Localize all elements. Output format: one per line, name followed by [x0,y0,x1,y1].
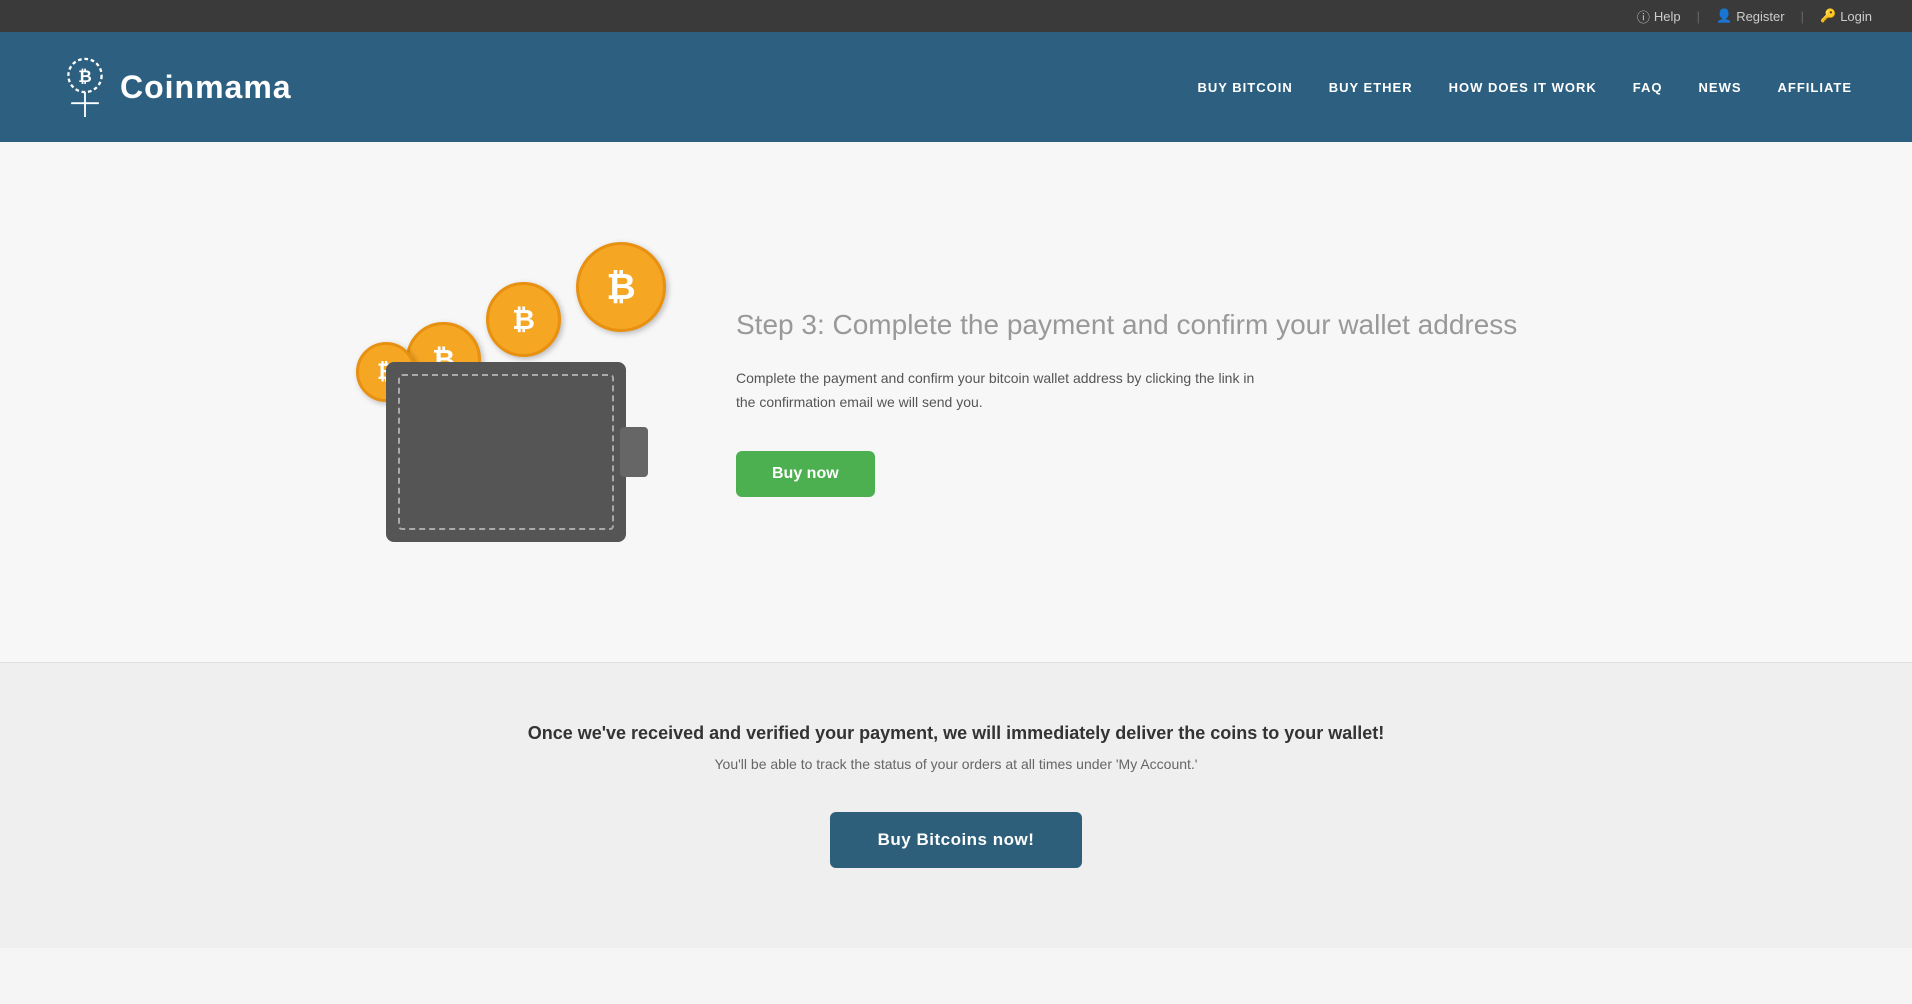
main-content: ₿ ₿ ₿ ₿ Step 3: Complete the payment and… [0,142,1912,662]
logo-text: Coinmama [120,69,292,106]
nav-news[interactable]: NEWS [1699,80,1742,95]
bitcoin-coin-1: ₿ [576,242,666,332]
login-icon: 🔑 [1820,8,1836,24]
logo-bold: Coin [120,69,195,105]
bottom-sub-text: You'll be able to track the status of yo… [40,756,1872,772]
help-label: Help [1654,9,1681,24]
nav-affiliate[interactable]: AFFILIATE [1778,80,1852,95]
login-label: Login [1840,9,1872,24]
register-link[interactable]: 👤 Register [1716,8,1785,24]
nav-buy-ether[interactable]: BUY ETHER [1329,80,1413,95]
wallet-clasp [620,427,648,477]
help-link[interactable]: ⓘ Help [1637,7,1681,26]
step-title: Step 3: Complete the payment and confirm… [736,307,1556,343]
divider-1: | [1697,9,1700,24]
wallet-body [386,362,626,542]
svg-text:₿: ₿ [78,67,92,86]
top-bar: ⓘ Help | 👤 Register | 🔑 Login [0,0,1912,32]
header: ₿ Coinmama BUY BITCOIN BUY ETHER HOW DOE… [0,32,1912,142]
logo-icon: ₿ [60,57,110,117]
bottom-section: Once we've received and verified your pa… [0,662,1912,948]
bitcoin-coin-2: ₿ [486,282,561,357]
step-content: Step 3: Complete the payment and confirm… [736,307,1556,497]
bottom-main-text: Once we've received and verified your pa… [40,723,1872,744]
wallet-illustration: ₿ ₿ ₿ ₿ [356,242,656,562]
logo-light: mama [195,69,292,105]
wallet-dashed-border [398,374,614,530]
step-description: Complete the payment and confirm your bi… [736,367,1276,415]
divider-2: | [1801,9,1804,24]
user-icon: 👤 [1716,8,1732,24]
buy-bitcoins-button[interactable]: Buy Bitcoins now! [830,812,1083,868]
register-label: Register [1736,9,1784,24]
nav-how-it-works[interactable]: HOW DOES IT WORK [1449,80,1597,95]
logo: ₿ Coinmama [60,57,292,117]
buy-now-button[interactable]: Buy now [736,451,875,497]
step-section: ₿ ₿ ₿ ₿ Step 3: Complete the payment and… [356,202,1556,602]
main-nav: BUY BITCOIN BUY ETHER HOW DOES IT WORK F… [1197,80,1852,95]
help-icon: ⓘ [1637,7,1650,26]
nav-buy-bitcoin[interactable]: BUY BITCOIN [1197,80,1292,95]
login-link[interactable]: 🔑 Login [1820,8,1872,24]
nav-faq[interactable]: FAQ [1633,80,1663,95]
